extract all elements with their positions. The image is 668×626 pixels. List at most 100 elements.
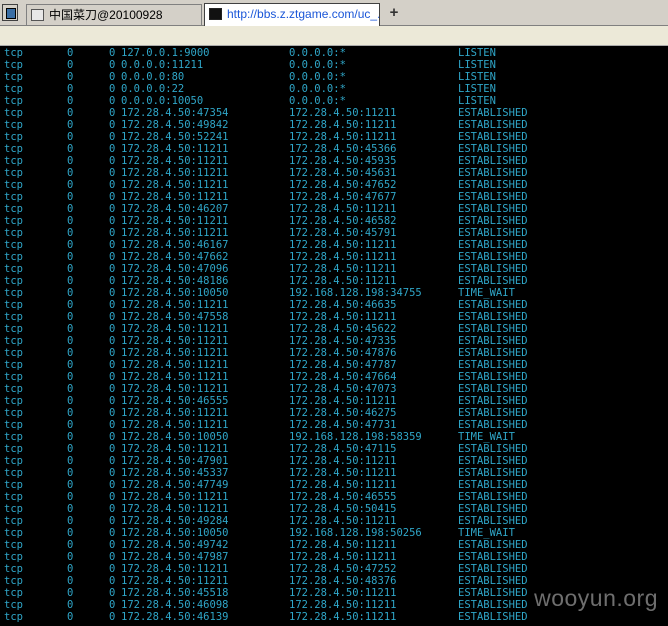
netstat-local: 172.28.4.50:11211 [121, 419, 229, 431]
netstat-local: 172.28.4.50:46139 [121, 611, 229, 623]
netstat-recv: 0 [67, 383, 74, 395]
netstat-foreign: 192.168.128.198:50256 [289, 527, 422, 539]
netstat-row: tcp 0 0 172.28.4.50:49842 172.28.4.50:11211 E… [0, 119, 668, 131]
netstat-recv: 0 [67, 47, 74, 59]
netstat-foreign: 172.28.4.50:47876 [289, 347, 397, 359]
netstat-send: 0 [109, 287, 116, 299]
netstat-state: ESTABLISHED [458, 407, 528, 419]
netstat-proto: tcp [4, 119, 23, 131]
netstat-recv: 0 [67, 347, 74, 359]
netstat-recv: 0 [67, 179, 74, 191]
netstat-state: TIME_WAIT [458, 431, 515, 443]
netstat-foreign: 172.28.4.50:11211 [289, 479, 397, 491]
netstat-send: 0 [109, 167, 116, 179]
netstat-foreign: 172.28.4.50:47335 [289, 335, 397, 347]
netstat-state: ESTABLISHED [458, 455, 528, 467]
netstat-row: tcp 0 0 172.28.4.50:49742 172.28.4.50:11211 E… [0, 539, 668, 551]
netstat-state: ESTABLISHED [458, 539, 528, 551]
netstat-row: tcp 0 0 172.28.4.50:49284 172.28.4.50:11211 E… [0, 515, 668, 527]
netstat-proto: tcp [4, 251, 23, 263]
netstat-local: 172.28.4.50:47096 [121, 263, 229, 275]
new-tab-button[interactable]: + [386, 4, 402, 22]
netstat-proto: tcp [4, 419, 23, 431]
netstat-send: 0 [109, 431, 116, 443]
netstat-local: 172.28.4.50:10050 [121, 287, 229, 299]
netstat-send: 0 [109, 335, 116, 347]
netstat-row: tcp 0 0 172.28.4.50:11211 172.28.4.50:47677 E… [0, 191, 668, 203]
netstat-recv: 0 [67, 611, 74, 623]
netstat-foreign: 172.28.4.50:11211 [289, 251, 397, 263]
netstat-proto: tcp [4, 431, 23, 443]
tab-bar: 中国菜刀@20100928 http://bbs.z.ztgame.com/uc… [0, 0, 668, 26]
tab-terminal[interactable]: http://bbs.z.ztgame.com/uc_... [204, 3, 380, 26]
netstat-local: 172.28.4.50:11211 [121, 443, 229, 455]
netstat-send: 0 [109, 347, 116, 359]
netstat-send: 0 [109, 575, 116, 587]
netstat-state: ESTABLISHED [458, 575, 528, 587]
tab-label: http://bbs.z.ztgame.com/uc_... [227, 7, 380, 21]
netstat-send: 0 [109, 203, 116, 215]
netstat-local: 172.28.4.50:11211 [121, 371, 229, 383]
netstat-recv: 0 [67, 167, 74, 179]
netstat-recv: 0 [67, 575, 74, 587]
netstat-local: 172.28.4.50:45518 [121, 587, 229, 599]
netstat-state: ESTABLISHED [458, 251, 528, 263]
netstat-proto: tcp [4, 491, 23, 503]
netstat-proto: tcp [4, 527, 23, 539]
window-menu-icon[interactable] [2, 4, 18, 21]
netstat-local: 172.28.4.50:47662 [121, 251, 229, 263]
netstat-foreign: 0.0.0.0:* [289, 71, 346, 83]
netstat-local: 172.28.4.50:11211 [121, 503, 229, 515]
netstat-row: tcp 0 0 172.28.4.50:47901 172.28.4.50:11211 E… [0, 455, 668, 467]
netstat-foreign: 172.28.4.50:11211 [289, 119, 397, 131]
netstat-send: 0 [109, 95, 116, 107]
netstat-foreign: 172.28.4.50:46555 [289, 491, 397, 503]
netstat-state: ESTABLISHED [458, 107, 528, 119]
netstat-state: ESTABLISHED [458, 203, 528, 215]
netstat-proto: tcp [4, 395, 23, 407]
netstat-recv: 0 [67, 551, 74, 563]
netstat-proto: tcp [4, 263, 23, 275]
netstat-proto: tcp [4, 71, 23, 83]
netstat-foreign: 172.28.4.50:11211 [289, 455, 397, 467]
netstat-recv: 0 [67, 335, 74, 347]
netstat-recv: 0 [67, 455, 74, 467]
netstat-state: ESTABLISHED [458, 383, 528, 395]
netstat-recv: 0 [67, 143, 74, 155]
netstat-local: 172.28.4.50:11211 [121, 191, 229, 203]
netstat-row: tcp 0 0 172.28.4.50:47096 172.28.4.50:11211 E… [0, 263, 668, 275]
netstat-row: tcp 0 0 0.0.0.0:11211 0.0.0.0:* LISTEN [0, 59, 668, 71]
netstat-state: ESTABLISHED [458, 335, 528, 347]
netstat-foreign: 172.28.4.50:45366 [289, 143, 397, 155]
netstat-local: 172.28.4.50:11211 [121, 491, 229, 503]
netstat-local: 172.28.4.50:11211 [121, 563, 229, 575]
netstat-local: 172.28.4.50:11211 [121, 155, 229, 167]
tab-caidao[interactable]: 中国菜刀@20100928 [26, 4, 202, 25]
netstat-foreign: 192.168.128.198:34755 [289, 287, 422, 299]
netstat-state: ESTABLISHED [458, 515, 528, 527]
netstat-send: 0 [109, 503, 116, 515]
netstat-state: LISTEN [458, 95, 496, 107]
netstat-local: 172.28.4.50:45337 [121, 467, 229, 479]
netstat-send: 0 [109, 527, 116, 539]
netstat-state: ESTABLISHED [458, 191, 528, 203]
netstat-state: ESTABLISHED [458, 179, 528, 191]
netstat-row: tcp 0 0 172.28.4.50:11211 172.28.4.50:46582 E… [0, 215, 668, 227]
netstat-proto: tcp [4, 503, 23, 515]
netstat-proto: tcp [4, 59, 23, 71]
netstat-recv: 0 [67, 215, 74, 227]
netstat-local: 172.28.4.50:11211 [121, 227, 229, 239]
netstat-proto: tcp [4, 479, 23, 491]
netstat-recv: 0 [67, 83, 74, 95]
netstat-state: LISTEN [458, 47, 496, 59]
netstat-recv: 0 [67, 155, 74, 167]
netstat-foreign: 0.0.0.0:* [289, 95, 346, 107]
netstat-recv: 0 [67, 95, 74, 107]
netstat-state: LISTEN [458, 83, 496, 95]
terminal-output[interactable]: tcp 0 0 127.0.0.1:9000 0.0.0.0:* LISTEN tcp 0 0 0… [0, 47, 668, 626]
netstat-send: 0 [109, 251, 116, 263]
netstat-local: 0.0.0.0:11211 [121, 59, 204, 71]
netstat-state: ESTABLISHED [458, 143, 528, 155]
netstat-proto: tcp [4, 287, 23, 299]
netstat-state: ESTABLISHED [458, 479, 528, 491]
